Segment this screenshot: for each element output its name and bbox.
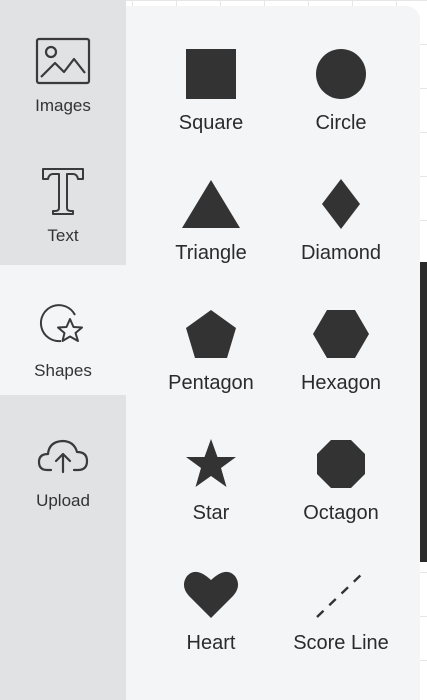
- cloud-upload-icon: [34, 431, 92, 481]
- shapes-grid: Square Circle Triangle Diamond Pentagon: [146, 6, 406, 656]
- heart-icon: [176, 564, 246, 624]
- diamond-icon: [306, 174, 376, 234]
- shape-star[interactable]: Star: [146, 396, 276, 526]
- circle-icon: [306, 44, 376, 104]
- rail-item-label: Upload: [36, 491, 90, 510]
- shape-triangle[interactable]: Triangle: [146, 136, 276, 266]
- shape-circle[interactable]: Circle: [276, 6, 406, 136]
- rail-item-label: Images: [35, 96, 91, 115]
- rail-item-shapes[interactable]: Shapes: [0, 265, 126, 395]
- shape-diamond[interactable]: Diamond: [276, 136, 406, 266]
- rail-item-text[interactable]: Text: [0, 130, 126, 260]
- rail-item-label: Shapes: [34, 361, 92, 380]
- shape-label: Square: [178, 112, 244, 134]
- shape-heart[interactable]: Heart: [146, 526, 276, 656]
- shape-label: Pentagon: [168, 372, 254, 394]
- shape-label: Triangle: [175, 242, 247, 264]
- pentagon-icon: [176, 304, 246, 364]
- shape-label: Score Line: [293, 632, 389, 654]
- rail-item-images[interactable]: Images: [0, 0, 126, 130]
- hexagon-icon: [306, 304, 376, 364]
- shape-label: Octagon: [303, 502, 379, 524]
- shape-square[interactable]: Square: [146, 6, 276, 136]
- triangle-icon: [176, 174, 246, 234]
- shape-octagon[interactable]: Octagon: [276, 396, 406, 526]
- shapes-icon: [34, 301, 92, 351]
- canvas-edge: [419, 262, 427, 562]
- shape-label: Star: [192, 502, 230, 524]
- shape-hexagon[interactable]: Hexagon: [276, 266, 406, 396]
- score-line-icon: [306, 564, 376, 624]
- star-icon: [176, 434, 246, 494]
- shape-pentagon[interactable]: Pentagon: [146, 266, 276, 396]
- shape-label: Diamond: [300, 242, 382, 264]
- octagon-icon: [306, 434, 376, 494]
- rail-item-label: Text: [47, 226, 79, 245]
- shape-score-line[interactable]: Score Line: [276, 526, 406, 656]
- rail-item-upload[interactable]: Upload: [0, 395, 126, 525]
- shape-label: Circle: [315, 112, 367, 134]
- image-icon: [34, 36, 92, 86]
- text-icon: [34, 166, 92, 216]
- shape-label: Heart: [186, 632, 236, 654]
- square-icon: [176, 44, 246, 104]
- shapes-panel: Square Circle Triangle Diamond Pentagon: [126, 6, 420, 700]
- shape-label: Hexagon: [300, 372, 382, 394]
- side-rail: Images Text Shapes Upload: [0, 0, 126, 700]
